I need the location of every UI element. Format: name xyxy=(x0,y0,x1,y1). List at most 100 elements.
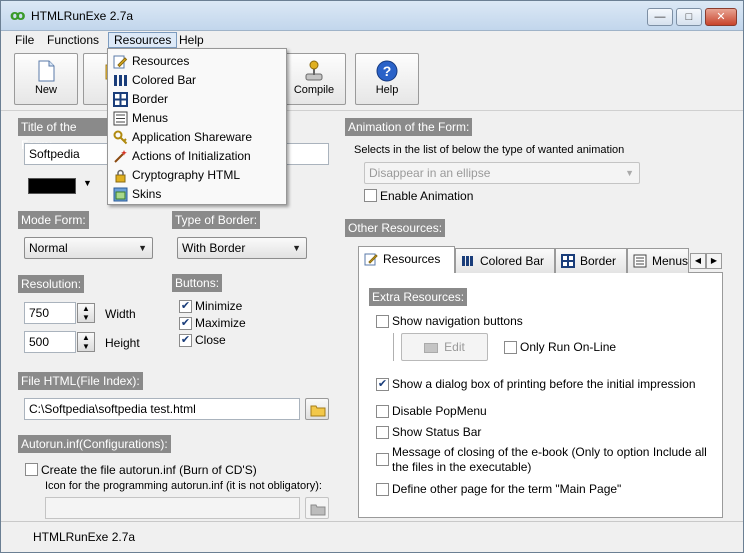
chevron-down-icon[interactable]: ▼ xyxy=(83,178,92,188)
menu-item-skins[interactable]: Skins xyxy=(110,185,284,204)
tab-border-label: Border xyxy=(580,254,617,268)
edit-button-label: Edit xyxy=(444,340,465,354)
nav-divider xyxy=(393,333,394,361)
show-print-dialog-checkbox[interactable]: ✔ xyxy=(376,378,389,391)
border-type-value: With Border xyxy=(182,241,246,255)
width-label: Width xyxy=(105,307,136,321)
closing-message-label: Message of closing of the e-book (Only t… xyxy=(392,445,707,474)
autorun-icon-label: Icon for the programming autorun.inf (it… xyxy=(45,480,322,492)
mode-form-select[interactable]: Normal ▼ xyxy=(24,237,153,259)
menu-item-skins-label: Skins xyxy=(132,187,162,201)
mode-form-header: Mode Form: xyxy=(18,211,89,229)
define-main-page-checkbox[interactable] xyxy=(376,483,389,496)
menu-item-resources[interactable]: Resources xyxy=(110,52,284,71)
create-autorun-checkbox[interactable] xyxy=(25,463,38,476)
maximize-button[interactable]: □ xyxy=(676,8,702,26)
enable-animation-label: Enable Animation xyxy=(380,189,474,203)
other-resources-header: Other Resources: xyxy=(345,219,446,237)
width-spinner[interactable]: ▲ ▼ xyxy=(77,303,95,323)
tab-menus[interactable]: Menus xyxy=(627,248,689,273)
animation-hint: Selects in the list of below the type of… xyxy=(354,144,625,156)
key-icon xyxy=(113,130,128,145)
width-input[interactable]: 750 xyxy=(24,302,76,324)
close-button[interactable]: ✕ xyxy=(705,8,737,26)
show-nav-checkbox[interactable] xyxy=(376,315,389,328)
title-bar[interactable]: ꝏ HTMLRunExe 2.7a — □ ✕ xyxy=(1,1,743,31)
closing-message-checkbox[interactable] xyxy=(376,453,389,466)
autorun-icon-input[interactable] xyxy=(45,497,300,519)
open-folder-icon xyxy=(310,405,326,417)
compile-button-label: Compile xyxy=(293,84,335,96)
menu-item-actions-of-initialization[interactable]: Actions of Initialization xyxy=(110,147,284,166)
animation-header: Animation of the Form: xyxy=(345,118,473,136)
show-print-dialog-label: Show a dialog box of printing before the… xyxy=(392,377,696,391)
menu-item-application-shareware[interactable]: Application Shareware xyxy=(110,128,284,147)
svg-text:?: ? xyxy=(383,63,392,79)
height-label: Height xyxy=(105,336,140,350)
menu-item-menus[interactable]: Menus xyxy=(110,109,284,128)
tab-scroll-right-button[interactable]: ▶ xyxy=(706,253,722,269)
window-title: HTMLRunExe 2.7a xyxy=(31,9,134,23)
tab-resources[interactable]: Resources xyxy=(358,246,455,273)
menu-item-border[interactable]: Border xyxy=(110,90,284,109)
edit-document-icon xyxy=(364,253,378,266)
tab-scroll-left-button[interactable]: ◀ xyxy=(690,253,706,269)
minimize-checkbox[interactable]: ✔ xyxy=(179,300,192,313)
menu-item-menus-label: Menus xyxy=(132,111,169,125)
close-label: Close xyxy=(195,333,226,347)
skins-icon xyxy=(113,187,128,202)
show-status-bar-checkbox[interactable] xyxy=(376,426,389,439)
enable-animation-checkbox[interactable] xyxy=(364,189,377,202)
border-icon xyxy=(561,254,575,268)
tab-menus-label: Menus xyxy=(652,254,689,268)
animation-select[interactable]: Disappear in an ellipse ▼ xyxy=(364,162,640,184)
status-bar: HTMLRunExe 2.7a xyxy=(1,521,743,552)
menu-item-cryptography-html[interactable]: Cryptography HTML xyxy=(110,166,284,185)
colored-bar-icon xyxy=(462,256,473,266)
compile-button[interactable]: Compile xyxy=(282,53,346,105)
menu-file[interactable]: File xyxy=(10,32,39,48)
edit-button[interactable]: Edit xyxy=(401,333,488,361)
minimize-button[interactable]: — xyxy=(647,8,673,26)
close-checkbox[interactable]: ✔ xyxy=(179,334,192,347)
create-autorun-label: Create the file autorun.inf (Burn of CD'… xyxy=(41,463,257,477)
mode-form-value: Normal xyxy=(29,241,68,255)
edit-icon xyxy=(424,342,439,353)
chevron-down-icon: ▼ xyxy=(138,243,147,253)
height-spinner[interactable]: ▲ ▼ xyxy=(77,332,95,352)
form-color-swatch[interactable] xyxy=(28,178,76,194)
border-type-select[interactable]: With Border ▼ xyxy=(177,237,307,259)
border-icon xyxy=(113,92,128,107)
app-icon: ꝏ xyxy=(10,8,26,24)
chevron-down-icon: ▼ xyxy=(625,168,634,178)
help-icon: ? xyxy=(376,60,398,82)
main-window: ꝏ HTMLRunExe 2.7a — □ ✕ File Functions R… xyxy=(0,0,744,553)
define-main-page-label: Define other page for the term "Main Pag… xyxy=(392,482,622,496)
form-title-header: Title of the Form: xyxy=(18,118,108,152)
magic-wand-icon xyxy=(114,150,127,163)
only-run-online-checkbox[interactable] xyxy=(504,341,517,354)
tab-border[interactable]: Border xyxy=(555,248,627,273)
browse-button[interactable] xyxy=(305,398,329,420)
new-button[interactable]: New xyxy=(14,53,78,105)
menu-item-border-label: Border xyxy=(132,92,169,106)
menus-icon xyxy=(633,254,647,268)
autorun-browse-button[interactable] xyxy=(305,497,329,519)
menu-help[interactable]: Help xyxy=(174,32,209,48)
file-html-input[interactable]: C:\Softpedia\softpedia test.html xyxy=(24,398,300,420)
tab-colored-bar[interactable]: Colored Bar xyxy=(455,248,555,273)
menu-item-colored-bar[interactable]: Colored Bar xyxy=(110,71,284,90)
help-button[interactable]: ? Help xyxy=(355,53,419,105)
only-run-online-label: Only Run On-Line xyxy=(520,340,617,354)
file-html-header: File HTML(File Index): xyxy=(18,372,143,390)
resources-dropdown: Resources Colored Bar Border Menus Appli… xyxy=(107,48,287,205)
maximize-checkbox[interactable]: ✔ xyxy=(179,317,192,330)
lock-icon xyxy=(115,169,126,183)
colored-bar-icon xyxy=(114,75,127,86)
disable-popmenu-checkbox[interactable] xyxy=(376,405,389,418)
menu-functions[interactable]: Functions xyxy=(42,32,104,48)
menu-resources[interactable]: Resources xyxy=(108,32,178,48)
menu-item-application-shareware-label: Application Shareware xyxy=(132,130,253,144)
height-input[interactable]: 500 xyxy=(24,331,76,353)
maximize-label: Maximize xyxy=(195,316,246,330)
